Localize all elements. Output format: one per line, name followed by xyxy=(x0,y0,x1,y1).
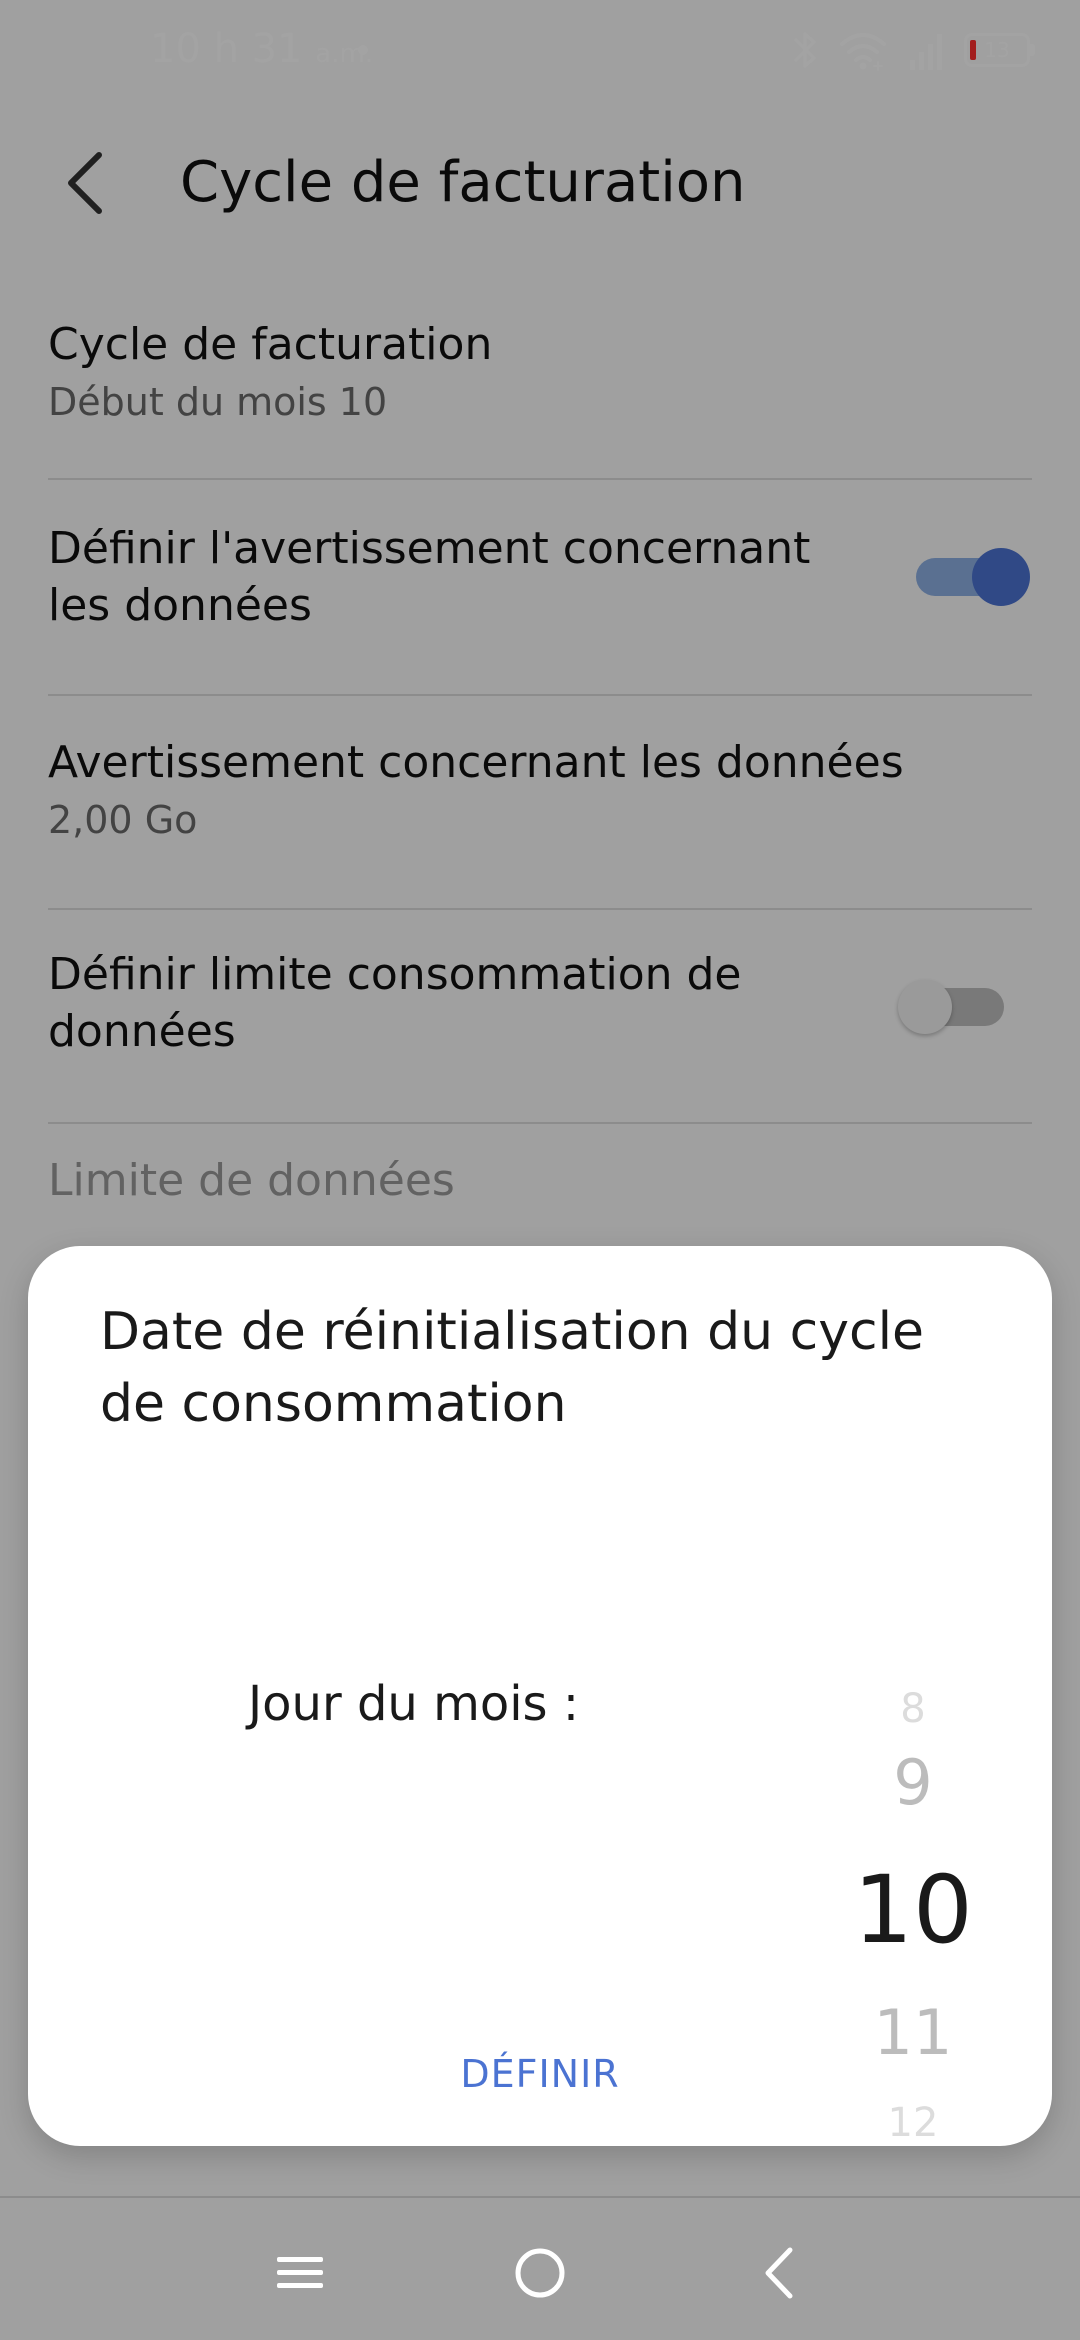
nav-back-button[interactable] xyxy=(745,2238,815,2308)
define-button[interactable]: DÉFINIR xyxy=(440,2034,640,2114)
nav-home-button[interactable] xyxy=(505,2238,575,2308)
cycle-reset-dialog: Date de réinitialisation du cycle de con… xyxy=(28,1246,1052,2146)
picker-option[interactable]: 12 xyxy=(818,2100,1008,2146)
settings-screen: 10 h 31 a.m. 13 Cycle de facturation Cyc… xyxy=(0,0,1080,2340)
back-icon xyxy=(765,2247,793,2299)
nav-menu-button[interactable] xyxy=(265,2238,335,2308)
menu-icon xyxy=(277,2257,323,2288)
picker-option[interactable]: 11 xyxy=(818,1996,1008,2069)
dialog-title: Date de réinitialisation du cycle de con… xyxy=(100,1302,925,1434)
navigation-bar xyxy=(0,2196,1080,2340)
picker-selected-value[interactable]: 10 xyxy=(818,1856,1008,1965)
picker-label: Jour du mois : xyxy=(248,1676,579,1732)
day-number-picker[interactable]: 8 9 10 11 12 xyxy=(818,1446,1008,2146)
home-icon xyxy=(515,2248,565,2298)
picker-option[interactable]: 8 xyxy=(818,1686,1008,1732)
picker-option[interactable]: 9 xyxy=(818,1746,1008,1819)
